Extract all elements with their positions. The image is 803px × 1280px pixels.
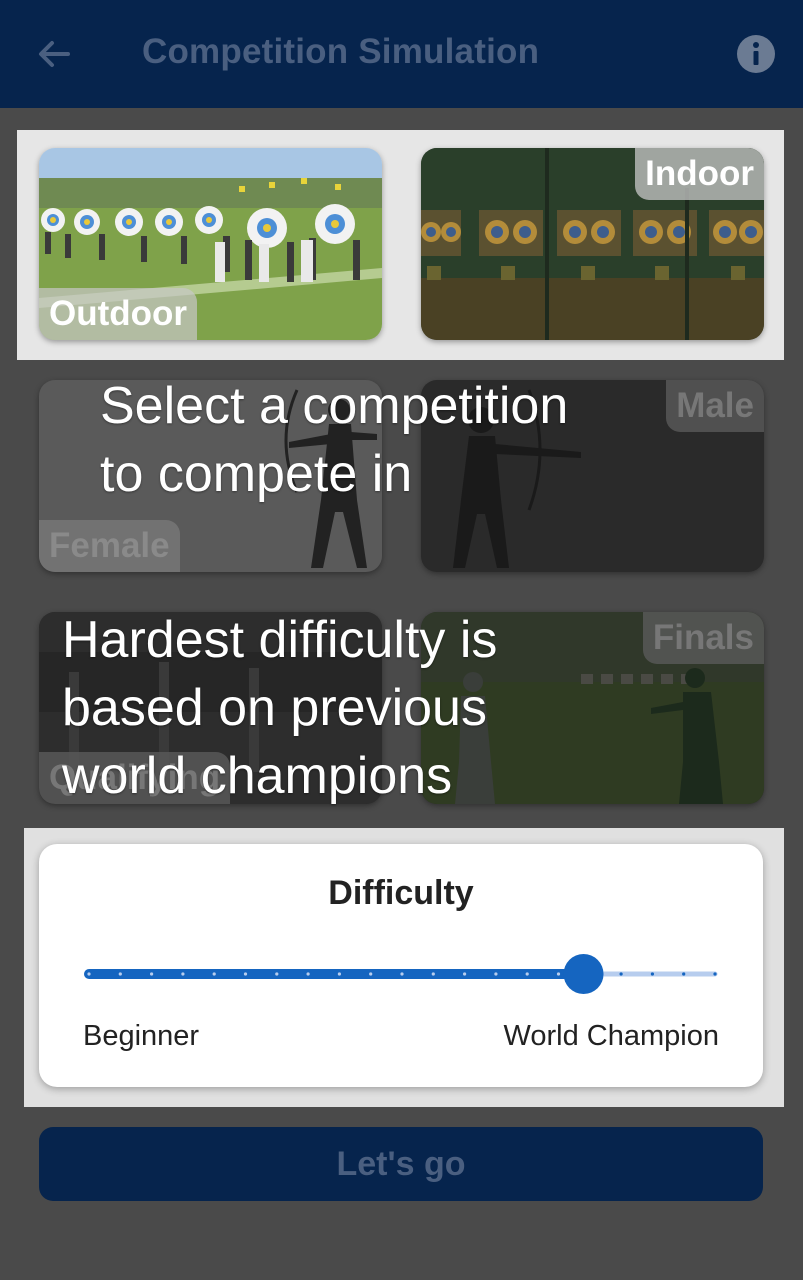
slider-tick <box>181 972 185 976</box>
female-label: Female <box>39 520 180 572</box>
app-bar: Competition Simulation <box>0 0 803 108</box>
lets-go-button[interactable]: Let's go <box>39 1127 763 1201</box>
finals-label: Finals <box>642 612 764 664</box>
indoor-card[interactable]: Indoor <box>421 148 764 340</box>
page-title: Competition Simulation <box>142 32 540 71</box>
slider-tick <box>87 972 91 976</box>
difficulty-min-label: Beginner <box>83 1020 200 1052</box>
outdoor-card[interactable]: Outdoor <box>39 148 382 340</box>
info-icon[interactable] <box>736 34 776 74</box>
slider-tick <box>369 972 373 976</box>
slider-tick <box>713 972 717 976</box>
slider-thumb[interactable] <box>563 954 604 994</box>
male-label: Male <box>666 380 764 432</box>
slider-tick <box>275 972 279 976</box>
slider-tick <box>306 972 310 976</box>
slider-tick <box>556 972 561 976</box>
tutorial-difficulty-line-3: world champions <box>62 747 453 805</box>
arrow-left-icon[interactable] <box>34 34 74 74</box>
tutorial-line-2: to compete in <box>100 445 413 503</box>
slider-tick <box>619 972 623 976</box>
slider-tick <box>400 972 404 976</box>
tutorial-difficulty-hint: Hardest difficulty is based on previous … <box>62 606 497 810</box>
slider-tick <box>682 972 686 976</box>
slider-tick <box>525 972 529 976</box>
slider-tick <box>118 972 122 976</box>
difficulty-title: Difficulty <box>328 874 474 912</box>
slider-tick <box>494 972 498 976</box>
slider-tick <box>650 972 655 976</box>
slider-tick <box>463 972 467 976</box>
tutorial-difficulty-line-1: Hardest difficulty is <box>62 611 498 669</box>
difficulty-max-label: World Champion <box>503 1020 719 1052</box>
difficulty-card: Difficulty Beginner World Champion <box>39 844 763 1087</box>
slider-tick <box>150 972 154 976</box>
slider-tick <box>337 972 341 976</box>
tutorial-difficulty-line-2: based on previous <box>62 679 487 737</box>
slider-ticks <box>87 972 717 976</box>
tutorial-select-competition: Select a competition to compete in <box>100 372 568 508</box>
tutorial-line-1: Select a competition <box>100 377 569 435</box>
indoor-label: Indoor <box>635 148 764 200</box>
outdoor-label: Outdoor <box>39 288 198 340</box>
slider-tick <box>243 972 248 976</box>
difficulty-slider[interactable] <box>39 944 763 1004</box>
slider-tick <box>212 972 216 976</box>
slider-tick <box>431 972 435 976</box>
